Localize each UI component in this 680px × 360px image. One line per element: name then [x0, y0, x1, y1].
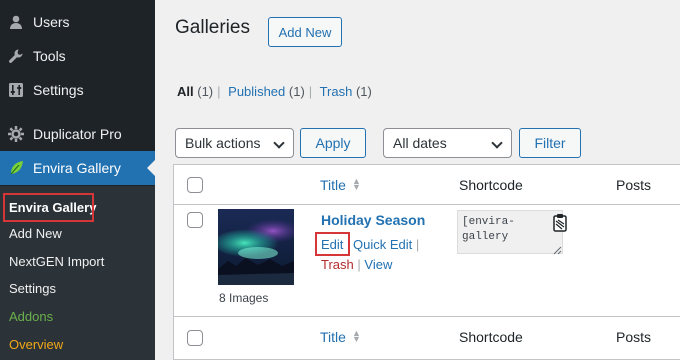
filter-published[interactable]: Published [228, 84, 285, 99]
chevron-down-icon [273, 137, 285, 149]
separator: | [415, 237, 420, 252]
table-footer-row: Title ▲ ▼ Shortcode Posts [174, 316, 680, 360]
shortcode-field[interactable]: [envira- gallery [457, 210, 563, 254]
submenu-overview[interactable]: Overview [9, 335, 63, 355]
row-actions-line2: Trash | View [321, 257, 392, 272]
resize-handle-icon[interactable] [552, 242, 562, 255]
column-title-label: Title [320, 329, 346, 345]
filter-all-count: (1) [197, 84, 214, 99]
shortcode-line: gallery [462, 231, 509, 243]
separator: | [217, 84, 221, 99]
image-count: 8 Images [219, 291, 269, 305]
page-title: Galleries [175, 17, 250, 38]
filter-trash-count: (1) [355, 84, 372, 99]
select-all-checkbox[interactable] [187, 177, 203, 193]
quick-edit-link[interactable]: Quick Edit [353, 237, 412, 252]
admin-sidebar: Users Tools Settings Duplicator Pro Envi… [0, 0, 155, 360]
dates-value: All dates [393, 135, 447, 151]
menu-label: Settings [33, 82, 84, 98]
add-new-button[interactable]: Add New [268, 17, 342, 47]
menu-label: Users [33, 14, 70, 30]
dates-select[interactable]: All dates [383, 128, 512, 158]
gallery-title-link[interactable]: Holiday Season [321, 212, 425, 228]
menu-label: Tools [33, 48, 66, 64]
menu-item-settings[interactable]: Settings [0, 73, 155, 107]
separator: | [357, 257, 361, 272]
column-posts-label: Posts [616, 329, 652, 345]
column-posts-label: Posts [616, 177, 652, 193]
column-shortcode-label: Shortcode [459, 329, 523, 345]
column-title-sort[interactable]: Title ▲ ▼ [320, 177, 361, 193]
galleries-table: Title ▲ ▼ Shortcode Posts 8 Images Holid… [173, 164, 680, 360]
menu-item-users[interactable]: Users [0, 5, 155, 39]
filter-button[interactable]: Filter [519, 128, 581, 158]
chevron-down-icon [491, 137, 503, 149]
filter-all[interactable]: All [177, 84, 194, 99]
main-content: Galleries Add New All (1) | Published (1)… [155, 0, 680, 360]
status-filters: All (1) | Published (1) | Trash (1) [177, 84, 372, 99]
leaf-icon [5, 157, 27, 179]
filter-trash[interactable]: Trash [320, 84, 353, 99]
copy-clipboard-icon[interactable] [551, 213, 569, 233]
submenu-settings[interactable]: Settings [9, 279, 56, 299]
menu-item-envira-gallery[interactable]: Envira Gallery [0, 151, 155, 185]
filter-published-count: (1) [288, 84, 305, 99]
settings-sliders-icon [5, 79, 27, 101]
shortcode-line: [envira- [462, 216, 515, 228]
menu-item-duplicator-pro[interactable]: Duplicator Pro [0, 117, 155, 151]
wrench-icon [5, 45, 27, 67]
column-title-sort-footer[interactable]: Title ▲ ▼ [320, 329, 361, 345]
submenu-nextgen-import[interactable]: NextGEN Import [9, 252, 104, 272]
bulk-actions-value: Bulk actions [185, 135, 261, 151]
duplicator-icon [5, 123, 27, 145]
apply-button[interactable]: Apply [300, 128, 366, 158]
column-title-label: Title [320, 177, 346, 193]
highlight-edit [315, 232, 350, 256]
separator: | [308, 84, 313, 99]
column-shortcode-label: Shortcode [459, 177, 523, 193]
menu-item-tools[interactable]: Tools [0, 39, 155, 73]
submenu-add-new[interactable]: Add New [9, 224, 62, 244]
gallery-thumbnail[interactable] [218, 209, 294, 285]
view-link[interactable]: View [364, 257, 392, 272]
table-header-row: Title ▲ ▼ Shortcode Posts [174, 165, 680, 205]
menu-label: Envira Gallery [33, 160, 121, 176]
trash-link[interactable]: Trash [321, 257, 354, 272]
bulk-actions-select[interactable]: Bulk actions [175, 128, 294, 158]
user-icon [5, 11, 27, 33]
sort-icon: ▲ ▼ [351, 176, 361, 193]
highlight-envira-gallery [3, 193, 94, 222]
select-all-checkbox-footer[interactable] [187, 330, 203, 346]
row-checkbox[interactable] [187, 212, 203, 228]
sort-icon: ▲ ▼ [351, 328, 361, 345]
menu-label: Duplicator Pro [33, 126, 122, 142]
submenu-addons[interactable]: Addons [9, 307, 53, 327]
